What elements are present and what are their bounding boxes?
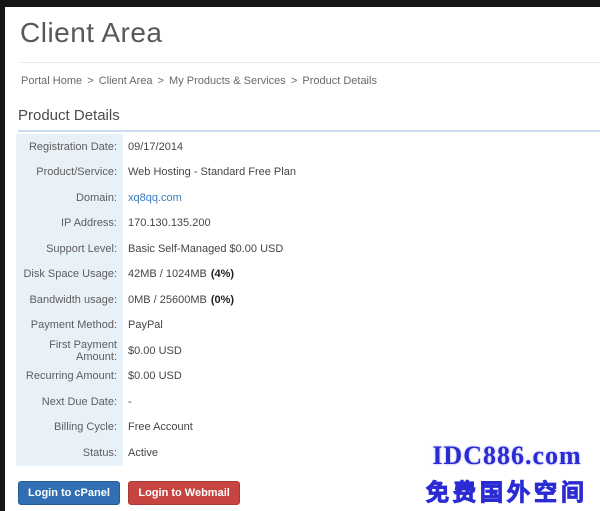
detail-row: IP Address:170.130.135.200: [16, 211, 600, 237]
detail-value: 09/17/2014: [123, 134, 183, 160]
section-title: Product Details: [18, 107, 600, 132]
detail-row: Product/Service:Web Hosting - Standard F…: [16, 160, 600, 186]
breadcrumb-separator: >: [286, 75, 303, 87]
usage-percent: (4%): [211, 268, 234, 280]
login-to-webmail-button[interactable]: Login to Webmail: [128, 481, 239, 505]
detail-value: xq8qq.com: [123, 185, 182, 211]
breadcrumb-item[interactable]: Portal Home: [21, 75, 82, 87]
detail-label: Support Level:: [16, 236, 123, 262]
detail-label: Payment Method:: [16, 313, 123, 339]
detail-label: Registration Date:: [16, 134, 123, 160]
breadcrumb-separator: >: [82, 75, 99, 87]
detail-value: Basic Self-Managed $0.00 USD: [123, 236, 283, 262]
detail-value: Web Hosting - Standard Free Plan: [123, 160, 296, 186]
detail-value: $0.00 USD: [123, 364, 182, 390]
page: Client Area Portal Home > Client Area > …: [0, 0, 600, 511]
detail-value: 42MB / 1024MB(4%): [123, 262, 234, 288]
detail-row: Support Level:Basic Self-Managed $0.00 U…: [16, 236, 600, 262]
breadcrumb-item[interactable]: Client Area: [99, 75, 153, 87]
detail-value: PayPal: [123, 313, 163, 339]
detail-label: Product/Service:: [16, 160, 123, 186]
detail-row: Status:Active: [16, 440, 600, 466]
detail-row: Disk Space Usage:42MB / 1024MB(4%): [16, 262, 600, 288]
page-title: Client Area: [20, 17, 600, 63]
detail-label: Domain:: [16, 185, 123, 211]
detail-row: Domain: xq8qq.com: [16, 185, 600, 211]
detail-value: $0.00 USD: [123, 338, 182, 364]
detail-label: Status:: [16, 440, 123, 466]
detail-label: First Payment Amount:: [16, 338, 123, 364]
detail-row: Billing Cycle:Free Account: [16, 415, 600, 441]
breadcrumb-separator: >: [153, 75, 170, 87]
detail-value: -: [123, 389, 132, 415]
detail-label: Recurring Amount:: [16, 364, 123, 390]
detail-row: Payment Method:PayPal: [16, 313, 600, 339]
detail-row: Next Due Date:-: [16, 389, 600, 415]
domain-link[interactable]: xq8qq.com: [128, 192, 182, 204]
action-buttons: Login to cPanel Login to Webmail: [18, 481, 600, 505]
detail-value: 170.130.135.200: [123, 211, 211, 237]
breadcrumb: Portal Home > Client Area > My Products …: [21, 75, 600, 87]
login-to-cpanel-button[interactable]: Login to cPanel: [18, 481, 120, 505]
detail-label: IP Address:: [16, 211, 123, 237]
detail-value: Active: [123, 440, 158, 466]
detail-row: Bandwidth usage:0MB / 25600MB(0%): [16, 287, 600, 313]
detail-row: First Payment Amount:$0.00 USD: [16, 338, 600, 364]
detail-row: Registration Date:09/17/2014: [16, 134, 600, 160]
detail-value: Free Account: [123, 415, 193, 441]
detail-label: Next Due Date:: [16, 389, 123, 415]
detail-row: Recurring Amount:$0.00 USD: [16, 364, 600, 390]
detail-label: Disk Space Usage:: [16, 262, 123, 288]
breadcrumb-item[interactable]: My Products & Services: [169, 75, 286, 87]
detail-label: Billing Cycle:: [16, 415, 123, 441]
detail-value: 0MB / 25600MB(0%): [123, 287, 234, 313]
detail-label: Bandwidth usage:: [16, 287, 123, 313]
breadcrumb-item: Product Details: [302, 75, 377, 87]
product-details-table: Registration Date:09/17/2014Product/Serv…: [16, 134, 600, 466]
usage-percent: (0%): [211, 294, 234, 306]
